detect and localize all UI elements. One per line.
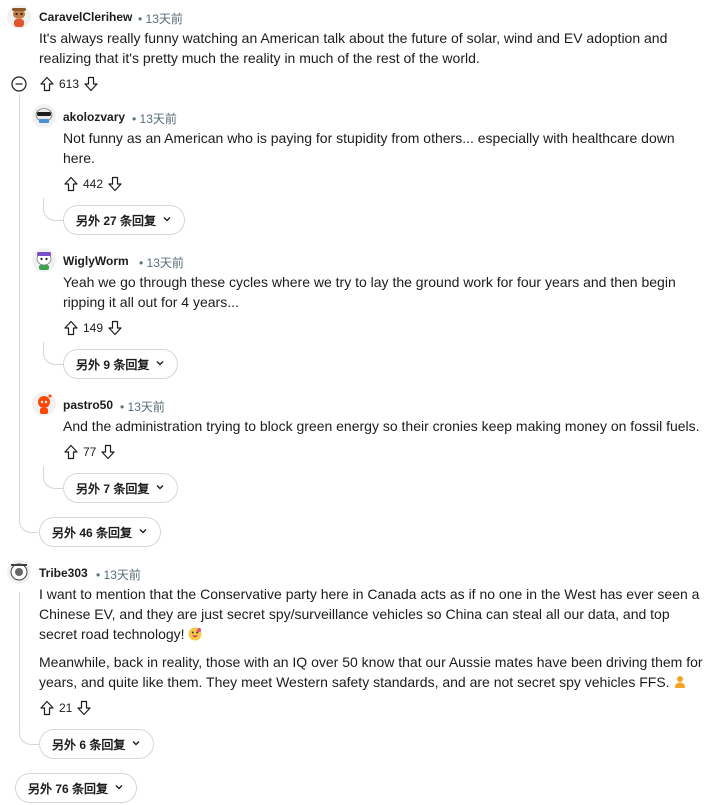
snoo-avatar-icon (32, 104, 56, 128)
comment-paragraph: It's always really funny watching an Ame… (39, 30, 668, 66)
comment-author[interactable]: WiglyWorm (63, 254, 129, 268)
comment-paragraph-text: Meanwhile, back in reality, those with a… (39, 654, 703, 690)
time-text: 13天前 (139, 112, 177, 126)
more-replies-label: 另外 46 条回复 (52, 525, 133, 540)
upvote-icon[interactable] (63, 444, 79, 460)
snoo-avatar-icon (7, 560, 31, 584)
downvote-icon[interactable] (83, 76, 99, 92)
separator-dot: • (139, 256, 144, 270)
collapse-minus-icon[interactable] (11, 76, 27, 92)
comment-body: Not funny as an American who is paying f… (63, 128, 703, 168)
more-replies-button[interactable]: 另外 27 条回复 (63, 205, 186, 235)
vote-bar: 77 (63, 442, 116, 462)
thread-line (19, 500, 38, 533)
downvote-icon[interactable] (107, 176, 123, 192)
comment-paragraph: And the administration trying to block g… (63, 418, 700, 434)
avatar[interactable] (32, 104, 56, 128)
vote-score: 442 (83, 177, 104, 191)
chevron-down-icon (114, 781, 124, 795)
separator-dot: • (120, 400, 125, 414)
comment-author[interactable]: akolozvary (63, 110, 125, 124)
thread-line (43, 342, 64, 365)
comment-body: Yeah we go through these cycles where we… (63, 272, 703, 312)
comment-body: It's always really funny watching an Ame… (39, 28, 679, 68)
vote-bar: 21 (39, 698, 92, 718)
more-replies-label: 另外 27 条回复 (76, 213, 157, 228)
chevron-down-icon (131, 737, 141, 751)
vote-bar: 149 (63, 318, 123, 338)
more-replies-button[interactable]: 另外 46 条回复 (39, 517, 162, 547)
avatar[interactable] (7, 560, 31, 584)
comment-paragraph: Meanwhile, back in reality, those with a… (39, 652, 711, 692)
comment-body: And the administration trying to block g… (63, 416, 718, 436)
comment-body: I want to mention that the Conservative … (39, 584, 711, 692)
more-replies-label: 另外 9 条回复 (76, 357, 150, 372)
more-replies-label: 另外 76 条回复 (28, 781, 109, 796)
comment-paragraph-text: I want to mention that the Conservative … (39, 586, 700, 642)
separator-dot: • (138, 12, 143, 26)
upvote-icon[interactable] (63, 176, 79, 192)
comment-timestamp: • 13天前 (132, 110, 177, 127)
downvote-icon[interactable] (107, 320, 123, 336)
thread-line (19, 722, 40, 745)
chevron-down-icon (155, 357, 165, 371)
thread-line (43, 198, 64, 221)
snoo-avatar-icon (32, 392, 56, 416)
snoo-avatar-icon (32, 248, 56, 272)
comment-timestamp: • 13天前 (138, 10, 183, 27)
comment-paragraph: Not funny as an American who is paying f… (63, 130, 675, 166)
avatar[interactable] (32, 392, 56, 416)
more-replies-button[interactable]: 另外 9 条回复 (63, 349, 179, 379)
more-replies-label: 另外 7 条回复 (76, 481, 150, 496)
snoo-avatar-icon (7, 5, 31, 29)
more-replies-label: 另外 6 条回复 (52, 737, 126, 752)
vote-score: 149 (83, 321, 104, 335)
upvote-icon[interactable] (39, 700, 55, 716)
avatar[interactable] (32, 248, 56, 272)
separator-dot: • (96, 568, 101, 582)
vote-score: 77 (83, 445, 97, 459)
vote-bar: 613 (39, 74, 99, 94)
shrug-person-emoji-icon (673, 674, 687, 688)
time-text: 13天前 (145, 12, 183, 26)
comment-paragraph: I want to mention that the Conservative … (39, 584, 711, 644)
comment-timestamp: • 13天前 (139, 254, 184, 271)
avatar[interactable] (7, 5, 31, 29)
thread-line (19, 94, 20, 512)
more-replies-button[interactable]: 另外 76 条回复 (15, 773, 138, 803)
separator-dot: • (132, 112, 137, 126)
time-text: 13天前 (146, 256, 184, 270)
upvote-icon[interactable] (63, 320, 79, 336)
chevron-down-icon (162, 213, 172, 227)
more-replies-button[interactable]: 另外 6 条回复 (39, 729, 155, 759)
more-replies-button[interactable]: 另外 7 条回复 (63, 473, 179, 503)
chevron-down-icon (155, 481, 165, 495)
thread-line (19, 592, 20, 722)
comment-paragraph: Yeah we go through these cycles where we… (63, 274, 676, 310)
thread-line (43, 466, 64, 489)
comment-author[interactable]: Tribe303 (39, 566, 88, 580)
upvote-icon[interactable] (39, 76, 55, 92)
time-text: 13天前 (103, 568, 141, 582)
downvote-icon[interactable] (100, 444, 116, 460)
vote-score: 21 (59, 701, 73, 715)
downvote-icon[interactable] (76, 700, 92, 716)
vote-score: 613 (59, 77, 80, 91)
vote-bar: 442 (63, 174, 123, 194)
comment-author[interactable]: pastro50 (63, 398, 113, 412)
comment-timestamp: • 13天前 (120, 398, 165, 415)
time-text: 13天前 (127, 400, 165, 414)
silly-face-emoji-icon (188, 626, 202, 641)
chevron-down-icon (138, 525, 148, 539)
comment-author[interactable]: CaravelClerihew (39, 10, 132, 24)
comment-timestamp: • 13天前 (96, 566, 141, 583)
